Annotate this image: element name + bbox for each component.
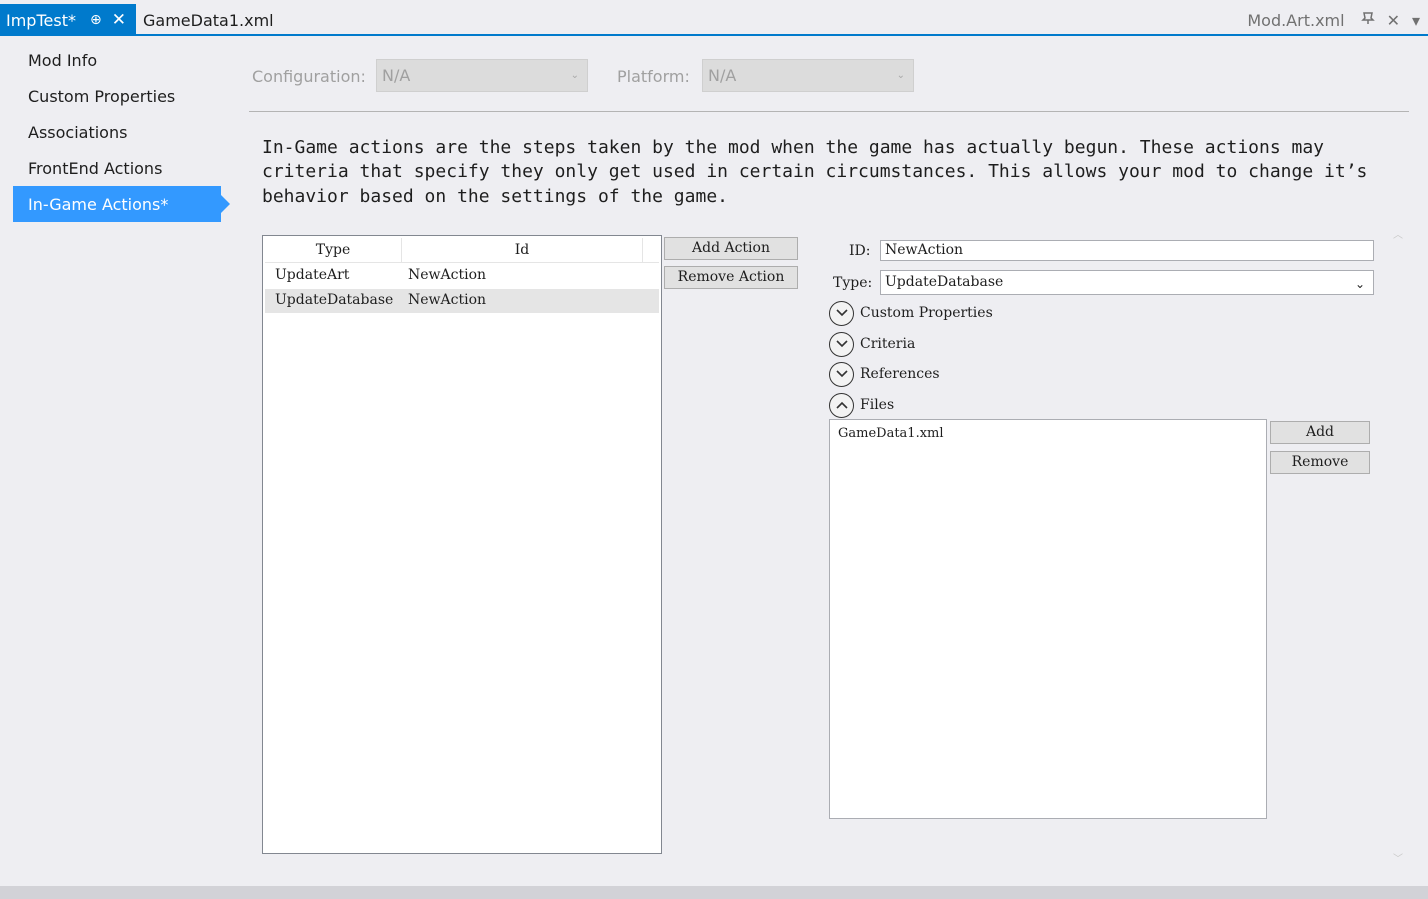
tab-gamedata1-label: GameData1.xml bbox=[143, 10, 274, 30]
configuration-select[interactable]: N/A ⌄ bbox=[376, 59, 588, 92]
row-id: NewAction bbox=[408, 292, 487, 308]
tab-gamedata1[interactable]: GameData1.xml bbox=[143, 4, 274, 36]
sidebar-item-label: Associations bbox=[28, 122, 128, 142]
type-value: UpdateDatabase bbox=[885, 274, 1004, 290]
remove-file-button[interactable]: Remove bbox=[1270, 451, 1370, 474]
type-label: Type: bbox=[833, 275, 873, 291]
table-row[interactable]: UpdateArt NewAction bbox=[265, 264, 659, 288]
chevron-down-icon: ⌄ bbox=[896, 70, 905, 81]
list-header: Type Id bbox=[265, 238, 659, 263]
horizontal-scrollbar[interactable] bbox=[0, 886, 1428, 899]
tab-imptest[interactable]: ImpTest* ⊕ ✕ bbox=[0, 4, 136, 36]
expander-label: References bbox=[860, 366, 940, 382]
id-label: ID: bbox=[849, 243, 871, 259]
expander-references[interactable]: References bbox=[829, 361, 940, 387]
sidebar-item-label: FrontEnd Actions bbox=[28, 158, 163, 178]
id-value: NewAction bbox=[885, 242, 964, 258]
chevron-down-icon: ⌄ bbox=[1354, 277, 1365, 291]
type-select[interactable]: UpdateDatabase ⌄ bbox=[880, 270, 1374, 295]
sidebar-item-in-game-actions[interactable]: In-Game Actions* bbox=[13, 186, 230, 222]
close-icon[interactable]: ✕ bbox=[1387, 11, 1400, 30]
add-file-button[interactable]: Add bbox=[1270, 421, 1370, 444]
remove-action-button[interactable]: Remove Action bbox=[664, 266, 798, 289]
platform-value: N/A bbox=[708, 66, 737, 85]
files-list[interactable]: GameData1.xml bbox=[829, 419, 1267, 819]
chevron-up-icon[interactable] bbox=[829, 392, 854, 418]
expander-label: Custom Properties bbox=[860, 305, 993, 321]
chevron-down-icon[interactable] bbox=[829, 331, 854, 357]
sidebar-item-associations[interactable]: Associations bbox=[13, 114, 221, 150]
chevron-down-icon[interactable] bbox=[829, 300, 854, 326]
sidebar-item-custom-properties[interactable]: Custom Properties bbox=[13, 78, 221, 114]
sidebar: Mod Info Custom Properties Associations … bbox=[0, 38, 232, 888]
id-input[interactable]: NewAction bbox=[880, 240, 1374, 261]
close-icon[interactable]: ✕ bbox=[112, 10, 126, 30]
expander-custom-properties[interactable]: Custom Properties bbox=[829, 300, 993, 326]
row-type: UpdateDatabase bbox=[275, 292, 394, 308]
column-header-id[interactable]: Id bbox=[402, 238, 643, 263]
tab-imptest-label: ImpTest* bbox=[6, 10, 76, 30]
row-type: UpdateArt bbox=[275, 267, 350, 283]
actions-list[interactable]: Type Id UpdateArt NewAction UpdateDataba… bbox=[262, 235, 662, 854]
chevron-down-icon: ⌄ bbox=[570, 70, 579, 81]
scroll-up-icon[interactable]: ︿ bbox=[1393, 226, 1403, 241]
platform-label: Platform: bbox=[617, 67, 690, 86]
row-id: NewAction bbox=[408, 267, 487, 283]
add-action-button[interactable]: Add Action bbox=[664, 237, 798, 260]
scroll-down-icon[interactable]: ﹀ bbox=[1393, 850, 1403, 865]
configuration-value: N/A bbox=[382, 66, 411, 85]
list-item[interactable]: GameData1.xml bbox=[838, 426, 944, 441]
expander-label: Criteria bbox=[860, 336, 916, 352]
expander-files[interactable]: Files bbox=[829, 392, 894, 418]
pin-icon[interactable]: ⊕ bbox=[90, 12, 102, 28]
divider bbox=[249, 111, 1409, 112]
configuration-label: Configuration: bbox=[252, 67, 366, 86]
chevron-down-icon[interactable] bbox=[829, 361, 854, 387]
platform-select[interactable]: N/A ⌄ bbox=[702, 59, 914, 92]
tab-mod-art-label: Mod.Art.xml bbox=[1247, 10, 1345, 30]
document-tab-strip: ImpTest* ⊕ ✕ GameData1.xml Mod.Art.xml ✕… bbox=[0, 0, 1428, 36]
tab-mod-art[interactable]: Mod.Art.xml ✕ ▾ bbox=[1247, 4, 1420, 36]
column-header-type[interactable]: Type bbox=[265, 238, 402, 263]
sidebar-item-frontend-actions[interactable]: FrontEnd Actions bbox=[13, 150, 221, 186]
chevron-down-icon[interactable]: ▾ bbox=[1412, 11, 1420, 30]
expander-criteria[interactable]: Criteria bbox=[829, 331, 915, 357]
sidebar-item-label: Custom Properties bbox=[28, 86, 176, 106]
table-row[interactable]: UpdateDatabase NewAction bbox=[265, 289, 659, 313]
page-description: In-Game actions are the steps taken by t… bbox=[262, 137, 1368, 207]
expander-label: Files bbox=[860, 397, 895, 413]
sidebar-item-mod-info[interactable]: Mod Info bbox=[13, 42, 221, 78]
pin-icon[interactable] bbox=[1360, 11, 1375, 29]
sidebar-item-label: Mod Info bbox=[28, 50, 98, 70]
sidebar-item-label: In-Game Actions* bbox=[28, 194, 169, 214]
